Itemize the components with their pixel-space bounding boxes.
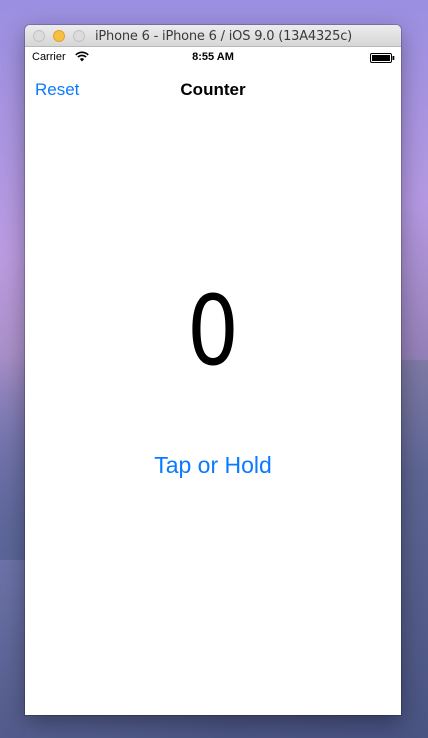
- window-minimize-button[interactable]: [53, 30, 65, 42]
- simulator-window: iPhone 6 - iPhone 6 / iOS 9.0 (13A4325c)…: [25, 25, 401, 715]
- battery-icon: [370, 53, 395, 63]
- desktop-wallpaper-left: [0, 560, 26, 738]
- counter-value: 0: [187, 275, 239, 387]
- window-close-button[interactable]: [33, 30, 45, 42]
- reset-button[interactable]: Reset: [35, 80, 79, 100]
- status-time: 8:55 AM: [192, 51, 234, 63]
- tap-or-hold-button[interactable]: Tap or Hold: [25, 452, 401, 479]
- page-title: Counter: [180, 80, 246, 99]
- window-zoom-button[interactable]: [73, 30, 85, 42]
- status-bar: Carrier 8:55 AM: [25, 47, 401, 67]
- window-titlebar[interactable]: iPhone 6 - iPhone 6 / iOS 9.0 (13A4325c): [25, 25, 401, 47]
- desktop-wallpaper-right: [401, 360, 428, 738]
- navigation-bar: Reset Counter: [25, 67, 401, 111]
- window-title: iPhone 6 - iPhone 6 / iOS 9.0 (13A4325c): [95, 29, 353, 44]
